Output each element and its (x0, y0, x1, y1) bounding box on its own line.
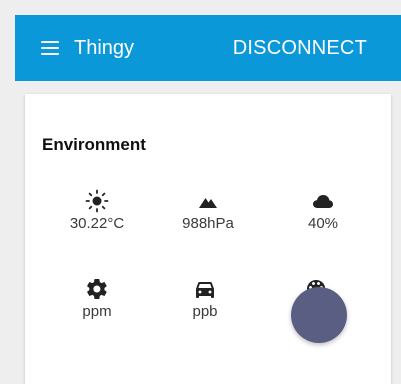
section-title: Environment (42, 135, 146, 154)
humidity-value: 40% (307, 215, 339, 232)
mountain-icon (199, 198, 217, 208)
app-bar: Thingy DISCONNECT (15, 15, 401, 81)
co2-sensor: ppm (47, 277, 147, 321)
sun-icon (85, 189, 109, 213)
pressure-value: 988hPa (182, 215, 234, 232)
humidity-sensor: 40% (273, 189, 373, 233)
disconnect-button[interactable]: DISCONNECT (233, 36, 367, 60)
cloud-icon (313, 195, 333, 208)
tvoc-sensor: ppb (155, 277, 255, 321)
environment-card: Environment 30.22°C 988hPa 40% ppm ppb (25, 94, 391, 384)
temperature-value: 30.22°C (69, 215, 125, 232)
menu-icon[interactable] (41, 38, 63, 58)
co2-value: ppm (82, 303, 112, 320)
car-icon (196, 282, 214, 298)
gear-icon (87, 279, 107, 299)
app-title: Thingy (74, 37, 135, 59)
pressure-sensor: 988hPa (158, 189, 258, 233)
floating-action-button[interactable] (291, 287, 347, 343)
temperature-sensor: 30.22°C (47, 189, 147, 233)
tvoc-value: ppb (192, 303, 218, 320)
